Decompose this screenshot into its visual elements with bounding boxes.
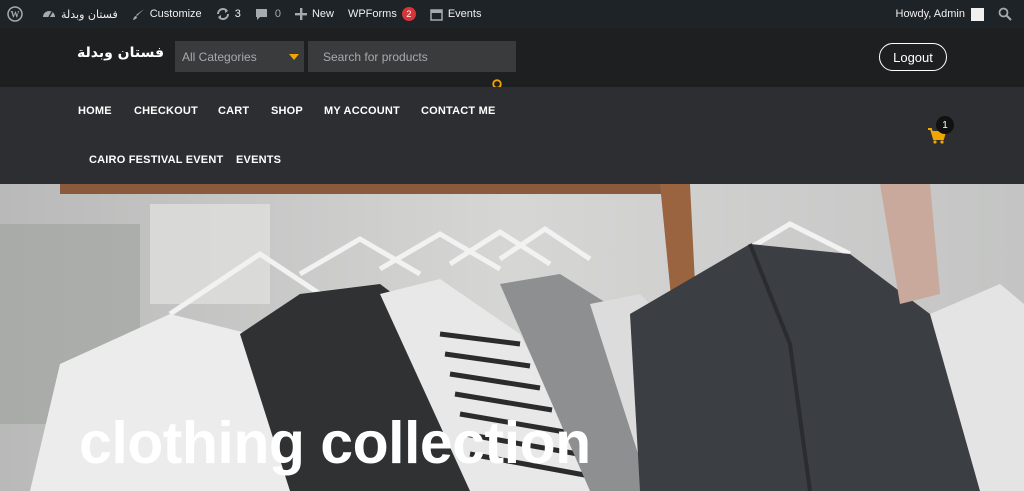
main-nav: HOME CHECKOUT CART SHOP MY ACCOUNT CONTA… bbox=[0, 87, 1024, 184]
nav-home[interactable]: HOME bbox=[78, 105, 112, 117]
customize-label: Customize bbox=[149, 8, 202, 20]
nav-events[interactable]: EVENTS bbox=[236, 154, 281, 166]
plus-icon bbox=[294, 8, 307, 20]
events-label: Events bbox=[447, 8, 482, 20]
site-name-menu[interactable]: فستان وبدلة bbox=[35, 0, 125, 28]
svg-text:W: W bbox=[11, 10, 20, 20]
calendar-icon bbox=[430, 8, 443, 21]
howdy-text: Howdy, Admin bbox=[895, 8, 966, 20]
chevron-down-icon bbox=[289, 54, 299, 60]
wpforms-link[interactable]: WPForms 2 bbox=[341, 0, 423, 28]
search-placeholder: Search for products bbox=[323, 50, 428, 64]
customize-link[interactable]: Customize bbox=[125, 0, 209, 28]
site-name: فستان وبدلة bbox=[61, 7, 118, 21]
new-label: New bbox=[311, 8, 334, 20]
site-logo[interactable]: فستان وبدلة bbox=[77, 45, 164, 61]
category-select[interactable]: All Categories bbox=[175, 41, 304, 72]
brush-icon bbox=[132, 8, 144, 20]
events-link[interactable]: Events bbox=[423, 0, 489, 28]
comments-count: 0 bbox=[274, 8, 281, 20]
product-search-input[interactable]: Search for products bbox=[308, 41, 516, 72]
wpforms-label: WPForms bbox=[347, 8, 397, 20]
updates-count: 3 bbox=[234, 8, 241, 20]
site-header: فستان وبدلة All Categories Search for pr… bbox=[0, 28, 1024, 92]
nav-cairo-festival-event[interactable]: CAIRO FESTIVAL EVENT bbox=[89, 154, 223, 166]
dashboard-icon bbox=[43, 11, 55, 18]
category-select-value: All Categories bbox=[182, 50, 257, 64]
nav-my-account[interactable]: MY ACCOUNT bbox=[324, 105, 400, 117]
admin-bar: W فستان وبدلة Customize 3 0 New WPForms … bbox=[0, 0, 1024, 28]
updates-icon bbox=[216, 8, 229, 20]
comment-icon bbox=[255, 8, 267, 20]
updates-link[interactable]: 3 bbox=[209, 0, 248, 28]
avatar bbox=[971, 7, 984, 21]
wordpress-menu[interactable]: W bbox=[0, 0, 35, 28]
logout-button[interactable]: Logout bbox=[879, 43, 947, 71]
nav-cart[interactable]: CART bbox=[218, 105, 249, 117]
hero-title: clothing collection bbox=[79, 410, 591, 476]
comments-link[interactable]: 0 bbox=[248, 0, 288, 28]
my-account-menu[interactable]: Howdy, Admin bbox=[889, 0, 992, 28]
search-icon bbox=[998, 7, 1012, 21]
cart-count-badge: 1 bbox=[936, 116, 954, 134]
nav-shop[interactable]: SHOP bbox=[271, 105, 303, 117]
wpforms-badge: 2 bbox=[401, 7, 416, 21]
nav-contact-me[interactable]: CONTACT ME bbox=[421, 105, 496, 117]
nav-checkout[interactable]: CHECKOUT bbox=[134, 105, 198, 117]
wordpress-icon: W bbox=[7, 6, 23, 22]
admin-search-button[interactable] bbox=[991, 0, 1024, 28]
new-content-link[interactable]: New bbox=[288, 0, 341, 28]
hero-banner: clothing collection bbox=[0, 184, 1024, 491]
